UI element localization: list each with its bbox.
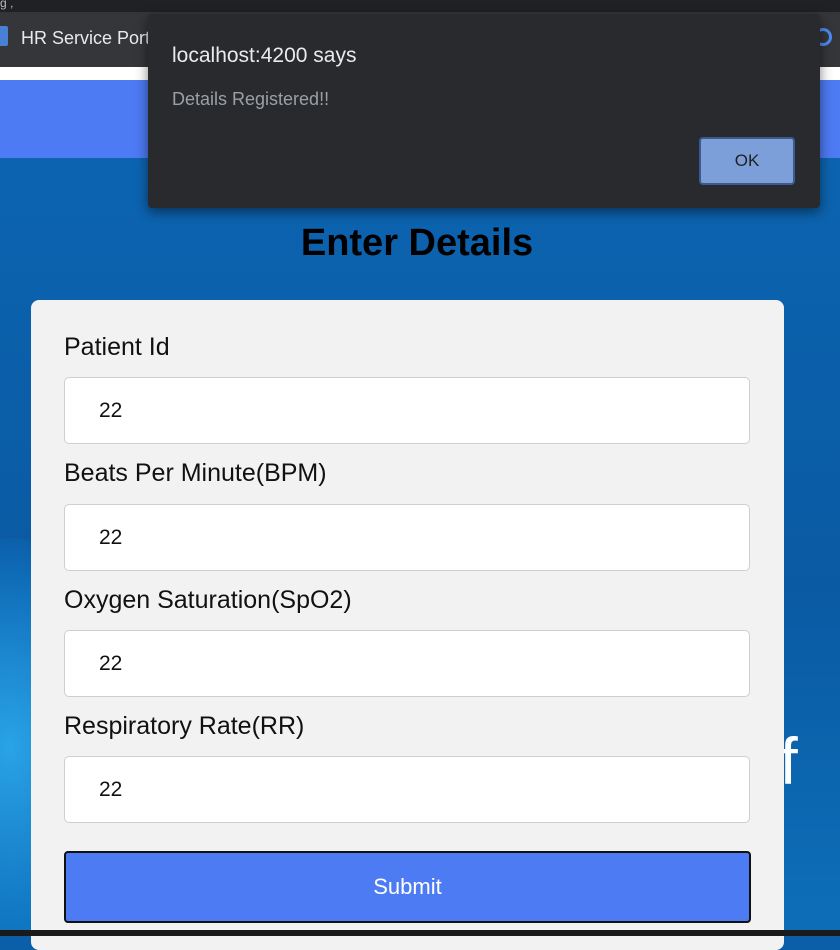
browser-tab-title[interactable]: HR Service Porta	[21, 28, 160, 49]
spo2-input[interactable]	[64, 630, 750, 697]
corner-text: g ,	[0, 0, 14, 10]
bpm-label: Beats Per Minute(BPM)	[64, 459, 327, 487]
bpm-input[interactable]	[64, 504, 750, 571]
patient-id-label: Patient Id	[64, 333, 170, 361]
browser-top-strip: g ,	[0, 0, 840, 12]
respiratory-rate-input[interactable]	[64, 756, 750, 823]
patient-id-input[interactable]	[64, 377, 750, 444]
bottom-strip	[0, 930, 840, 936]
shield-icon	[0, 26, 8, 46]
dialog-title: localhost:4200 says	[172, 44, 357, 67]
spo2-label: Oxygen Saturation(SpO2)	[64, 586, 352, 614]
dialog-ok-button[interactable]: OK	[699, 137, 795, 185]
page-title: Enter Details	[300, 222, 534, 264]
dialog-message: Details Registered!!	[172, 89, 330, 109]
submit-button[interactable]: Submit	[64, 851, 751, 923]
alert-dialog: localhost:4200 says Details Registered!!…	[148, 14, 820, 208]
respiratory-rate-label: Respiratory Rate(RR)	[64, 712, 305, 740]
